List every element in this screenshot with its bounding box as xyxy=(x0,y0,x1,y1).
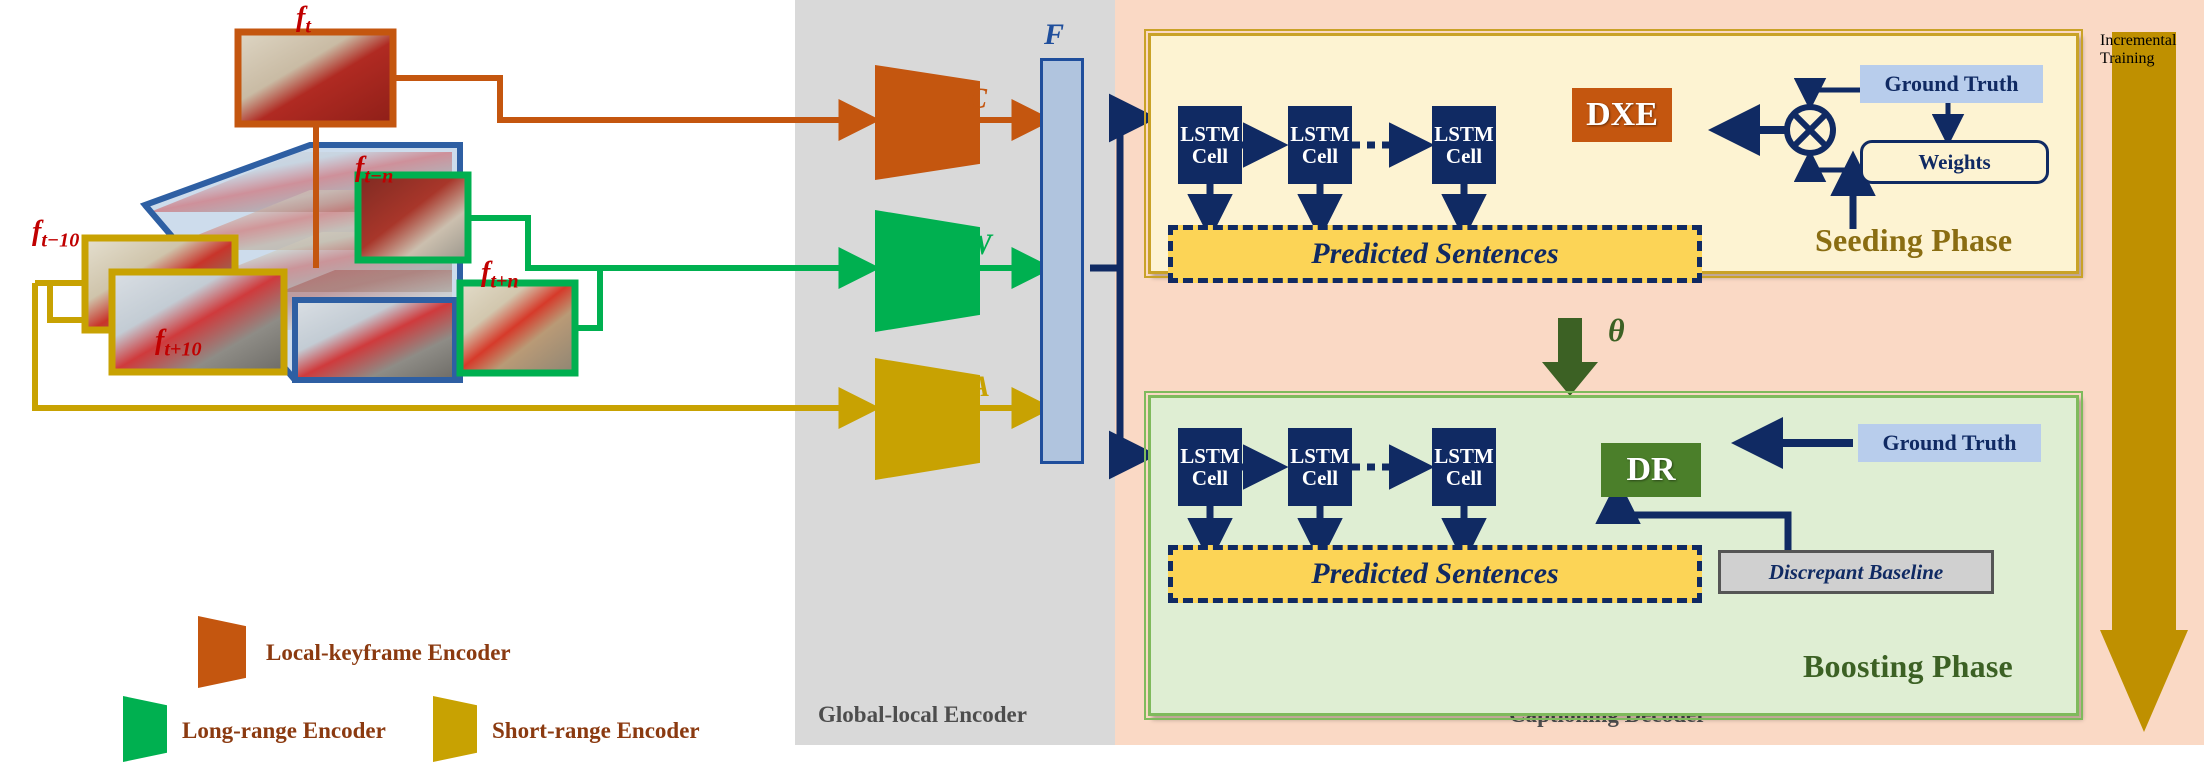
boosting-ground-truth-box: Ground Truth xyxy=(1858,424,2041,462)
encoder-arrows xyxy=(620,93,1158,480)
legend-label-local-keyframe: Local-keyframe Encoder xyxy=(266,640,511,665)
seeding-phase-title: Seeding Phase xyxy=(1815,222,2013,258)
dr-loss-box: DR xyxy=(1601,443,1701,497)
seeding-predicted-sentences: Predicted Sentences xyxy=(1168,225,1702,283)
frame-thumb-ft xyxy=(234,28,397,128)
legend-swatch-long-range xyxy=(123,696,167,762)
legend-label-short-range: Short-range Encoder xyxy=(492,718,700,743)
legend-label-long-range: Long-range Encoder xyxy=(182,718,386,743)
weights-box: Weights xyxy=(1860,140,2049,184)
frame-label-ft-minus-10: ft−10 xyxy=(32,216,80,252)
dxe-loss-box: DXE xyxy=(1572,88,1672,142)
channel-label-C: C xyxy=(967,82,988,115)
seeding-ground-truth-box: Ground Truth xyxy=(1860,65,2043,103)
channel-label-A: A xyxy=(970,370,991,403)
frame-label-ft-minus-n: ft−n xyxy=(355,152,394,188)
channel-label-W: W xyxy=(965,228,992,261)
frame-label-ft: ft xyxy=(296,2,311,38)
frame-label-ft-plus-10: ft+10 xyxy=(155,325,202,361)
theta-symbol: θ xyxy=(1608,312,1625,348)
legend-swatch-short-range xyxy=(433,696,477,762)
fusion-label-F: F xyxy=(1044,18,1065,51)
boosting-phase-title: Boosting Phase xyxy=(1803,648,2013,684)
encoder-region-caption: Global-local Encoder xyxy=(818,702,1027,727)
frame-thumb-ftn-next xyxy=(456,279,579,377)
boosting-predicted-sentences: Predicted Sentences xyxy=(1168,545,1702,603)
fusion-feature-bar xyxy=(1040,58,1084,464)
frame-label-ft-plus-n: ft+n xyxy=(481,257,519,293)
discrepant-baseline-box: Discrepant Baseline xyxy=(1718,550,1994,594)
incremental-training-arrow xyxy=(2100,32,2188,732)
legend-swatch-local-keyframe xyxy=(198,616,246,688)
